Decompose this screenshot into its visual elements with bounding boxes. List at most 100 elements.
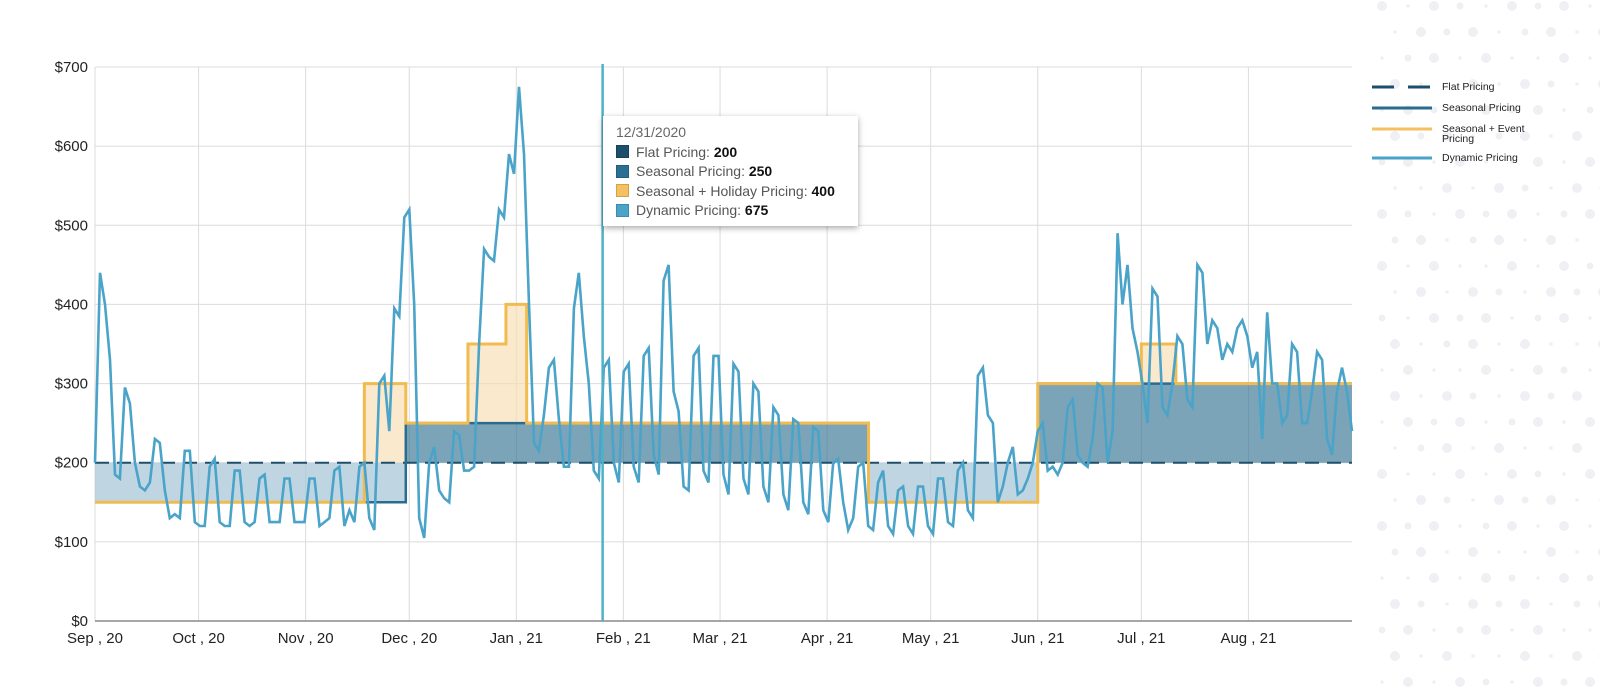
tooltip-swatch-icon xyxy=(616,203,629,217)
background-dot xyxy=(1484,4,1488,8)
background-dot xyxy=(1497,394,1501,398)
background-dot xyxy=(1416,547,1426,557)
y-tick-label: $100 xyxy=(55,534,88,551)
background-dot xyxy=(1390,339,1400,349)
background-dot xyxy=(1585,677,1595,687)
background-dot xyxy=(1432,680,1436,684)
tooltip-value: 200 xyxy=(713,143,738,160)
background-dot xyxy=(1510,368,1514,372)
background-dot xyxy=(1455,677,1465,687)
y-tick-label: $200 xyxy=(55,455,88,472)
background-dot xyxy=(1510,628,1514,632)
event-area-segment xyxy=(505,304,527,424)
background-dot xyxy=(1442,651,1452,661)
background-dot xyxy=(1377,209,1387,219)
background-dot xyxy=(1533,365,1543,375)
legend-item-seasonal-pricing[interactable]: Seasonal Pricing xyxy=(1372,101,1572,115)
background-dot xyxy=(1495,288,1503,296)
background-dot xyxy=(1546,287,1556,297)
background-dot xyxy=(1455,469,1465,479)
background-dot xyxy=(1378,626,1386,634)
background-dot xyxy=(1549,602,1553,606)
x-tick-label: Dec , 20 xyxy=(381,630,437,647)
background-dot xyxy=(1588,316,1592,320)
background-dot xyxy=(1377,521,1387,531)
background-dot xyxy=(1533,625,1543,635)
background-dot xyxy=(1523,290,1527,294)
legend-item-seasonal-event-pricing[interactable]: Seasonal + Event Pricing xyxy=(1372,122,1572,144)
background-dot xyxy=(1547,392,1555,400)
background-dot xyxy=(1481,313,1491,323)
background-dot xyxy=(1458,576,1462,580)
tooltip-value: 250 xyxy=(748,163,773,180)
background-dot xyxy=(1404,54,1412,62)
background-dot xyxy=(1523,238,1527,242)
background-dot xyxy=(1521,184,1529,192)
x-tick-label: Jan , 21 xyxy=(490,630,543,647)
background-dot xyxy=(1481,53,1491,63)
chart-tooltip: 12/31/2020 Flat Pricing: 200 Seasonal Pr… xyxy=(603,116,858,226)
background-dot xyxy=(1533,417,1543,427)
background-dot xyxy=(1562,472,1566,476)
background-dot xyxy=(1468,599,1478,609)
background-dot xyxy=(1507,469,1517,479)
background-dot xyxy=(1416,495,1426,505)
background-dot xyxy=(1520,599,1530,609)
background-dot xyxy=(1534,470,1542,478)
background-dot xyxy=(1430,418,1438,426)
background-dot xyxy=(1403,417,1413,427)
background-dot xyxy=(1403,625,1413,635)
background-dot xyxy=(1507,261,1517,271)
background-dot xyxy=(1471,498,1475,502)
background-dot xyxy=(1429,521,1439,531)
x-tick-label: Apr , 21 xyxy=(801,630,854,647)
background-dot xyxy=(1393,498,1397,502)
background-dot xyxy=(1521,28,1529,36)
legend-swatch-dashed-icon xyxy=(1372,80,1432,94)
background-dot xyxy=(1403,677,1413,687)
background-dot xyxy=(1481,573,1491,583)
background-dot xyxy=(1390,651,1400,661)
event-area-segment xyxy=(467,344,506,424)
y-tick-label: $0 xyxy=(71,613,88,630)
background-dot xyxy=(1536,264,1540,268)
background-dot xyxy=(1380,420,1384,424)
background-dot xyxy=(1380,680,1384,684)
background-dot xyxy=(1484,472,1488,476)
legend-swatch-line-icon xyxy=(1372,101,1432,115)
background-dot xyxy=(1507,521,1517,531)
background-dot xyxy=(1390,391,1400,401)
pricing-chart: $0 $100 $200 $300 $400 $500 $600 $700 Sep , 20 O… xyxy=(55,59,1354,647)
background-dot xyxy=(1549,342,1553,346)
legend-label: Seasonal Pricing xyxy=(1442,102,1521,114)
x-tick-label: Feb , 21 xyxy=(596,630,651,647)
background-dot xyxy=(1482,678,1490,686)
background-dot xyxy=(1406,576,1410,580)
background-dot xyxy=(1484,264,1488,268)
background-dot xyxy=(1546,547,1556,557)
legend-item-flat-pricing[interactable]: Flat Pricing xyxy=(1372,80,1572,94)
y-tick-label: $400 xyxy=(55,296,88,313)
background-dot xyxy=(1417,600,1425,608)
legend-label: Dynamic Pricing xyxy=(1442,152,1518,164)
background-dot xyxy=(1406,316,1410,320)
tooltip-date: 12/31/2020 xyxy=(616,124,687,140)
tooltip-swatch-icon xyxy=(616,184,629,198)
background-dot xyxy=(1393,186,1397,190)
background-dot xyxy=(1429,573,1439,583)
background-dot xyxy=(1585,469,1595,479)
background-dot xyxy=(1393,30,1397,34)
background-dot xyxy=(1523,550,1527,554)
background-dot xyxy=(1520,339,1530,349)
y-tick-label: $500 xyxy=(55,217,88,234)
legend-item-dynamic-pricing[interactable]: Dynamic Pricing xyxy=(1372,151,1572,165)
background-dot xyxy=(1429,1,1439,11)
background-dot xyxy=(1471,654,1475,658)
background-dot xyxy=(1536,524,1540,528)
background-dot xyxy=(1456,626,1464,634)
x-tick-label: Mar , 21 xyxy=(693,630,748,647)
background-dot xyxy=(1494,183,1504,193)
background-dot xyxy=(1494,495,1504,505)
background-dot xyxy=(1585,417,1595,427)
background-dot xyxy=(1380,576,1384,580)
